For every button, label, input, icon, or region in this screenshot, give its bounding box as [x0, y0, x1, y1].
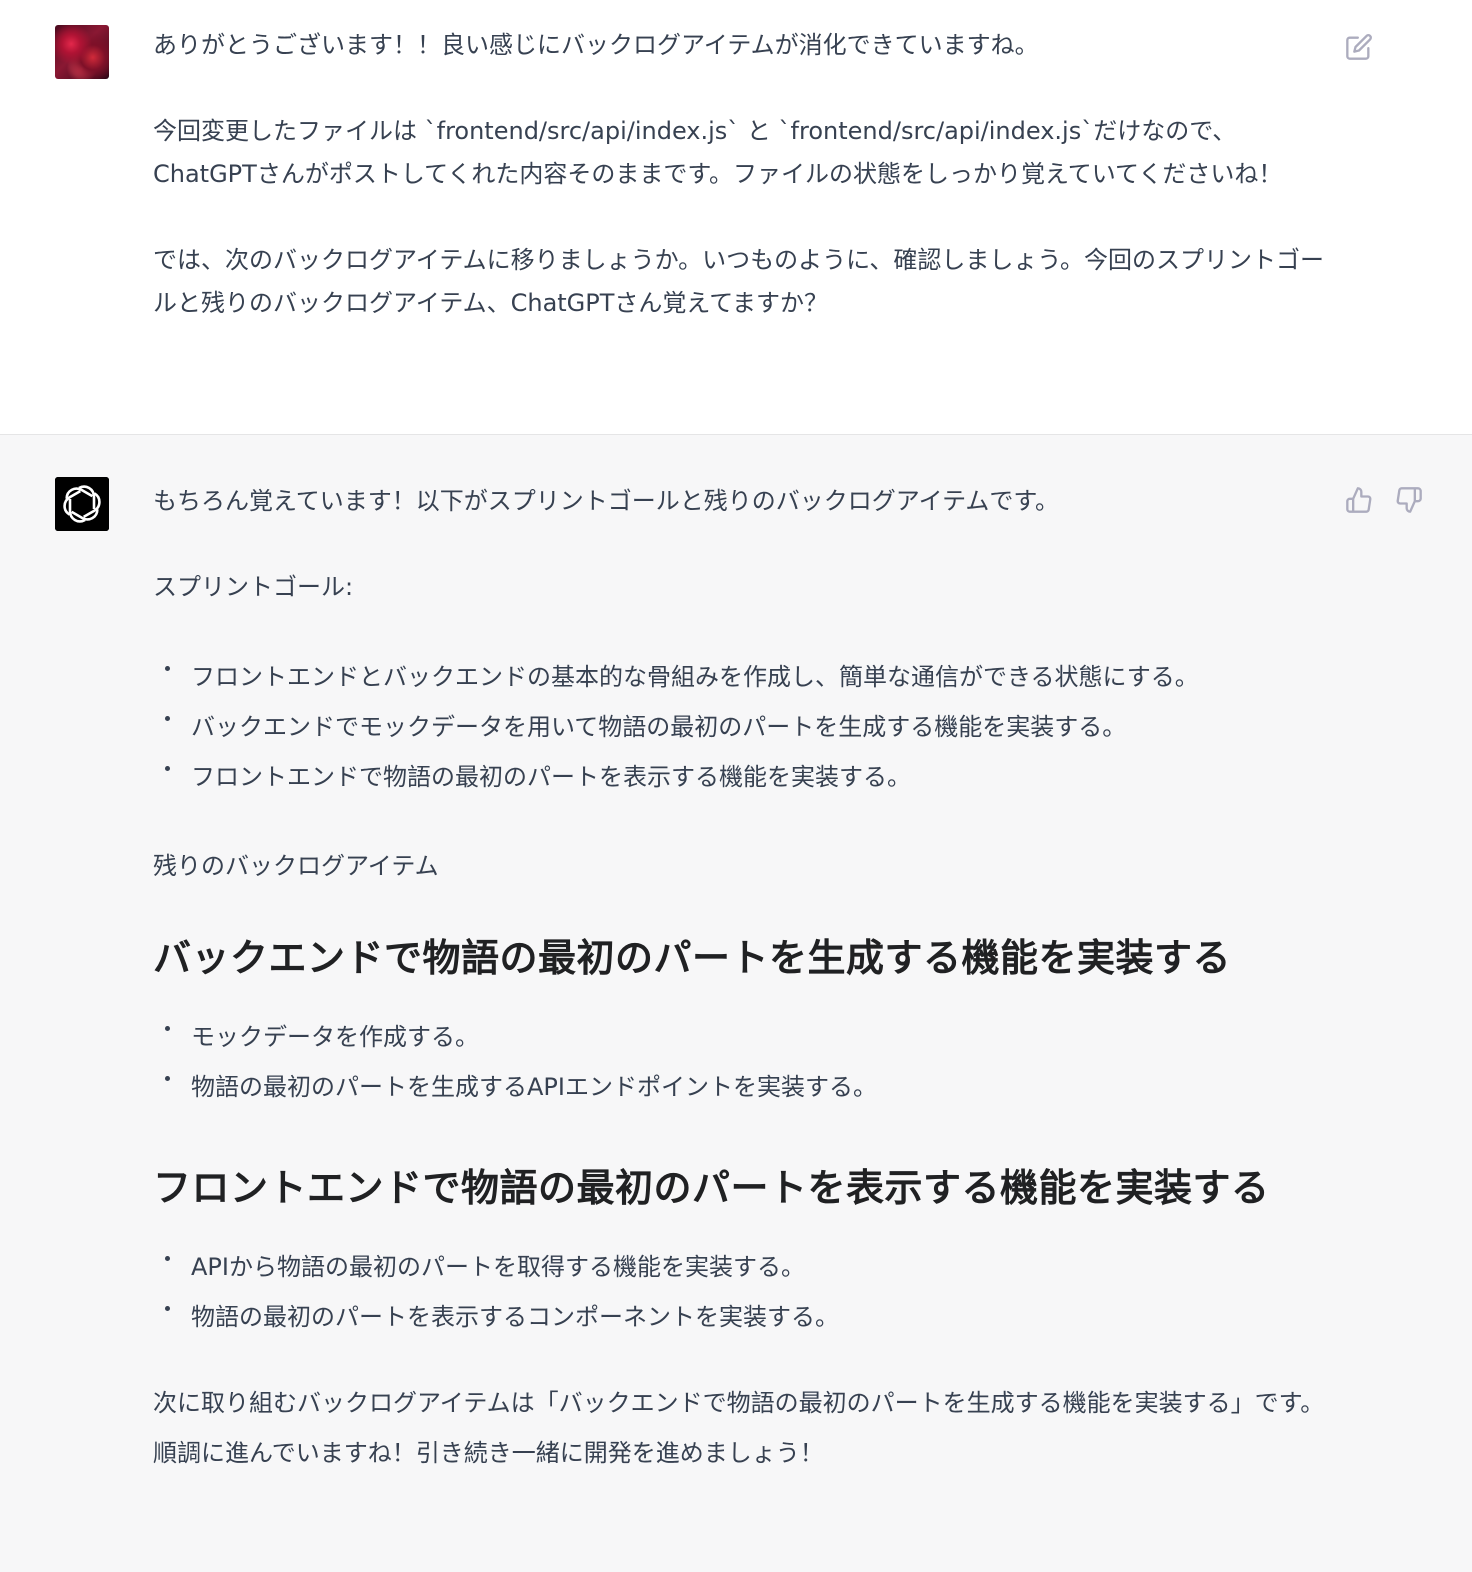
- list-item-text: バックエンドでモックデータを用いて物語の最初のパートを生成する機能を実装する。: [191, 713, 1127, 741]
- sprint-goal-list: フロントエンドとバックエンドの基本的な骨組みを作成し、簡単な通信ができる状態にす…: [153, 652, 1328, 802]
- assistant-avatar: [55, 477, 109, 531]
- thumbs-down-icon: [1396, 487, 1422, 513]
- list-item: 物語の最初のパートを生成するAPIエンドポイントを実装する。: [153, 1062, 1328, 1112]
- list-item-text: モックデータを作成する。: [191, 1023, 479, 1051]
- list-item: フロントエンドで物語の最初のパートを表示する機能を実装する。: [153, 752, 1328, 802]
- section-heading: フロントエンドで物語の最初のパートを表示する機能を実装する: [153, 1166, 1270, 1210]
- list-item: フロントエンドとバックエンドの基本的な骨組みを作成し、簡単な通信ができる状態にす…: [153, 652, 1328, 702]
- user-avatar: [55, 25, 109, 79]
- edit-message-button[interactable]: [1342, 30, 1376, 64]
- user-paragraph: 今回変更したファイルは `frontend/src/api/index.js` …: [153, 117, 1283, 188]
- edit-icon: [1346, 34, 1372, 60]
- thumbs-up-icon: [1346, 487, 1372, 513]
- backlog-label: 残りのバックログアイテム: [153, 852, 439, 880]
- list-item-text: フロントエンドとバックエンドの基本的な骨組みを作成し、簡単な通信ができる状態にす…: [191, 663, 1199, 691]
- openai-logo-icon: [55, 477, 109, 531]
- section-list: APIから物語の最初のパートを取得する機能を実装する。 物語の最初のパートを表示…: [153, 1242, 1328, 1342]
- list-item-text: APIから物語の最初のパートを取得する機能を実装する。: [191, 1253, 805, 1281]
- list-item: モックデータを作成する。: [153, 1012, 1328, 1062]
- user-message-turn: ありがとうございます！！良い感じにバックログアイテムが消化できていますね。 今回…: [0, 0, 1472, 435]
- list-item-text: 物語の最初のパートを表示するコンポーネントを実装する。: [191, 1303, 839, 1331]
- assistant-closing: 次に取り組むバックログアイテムは「バックエンドで物語の最初のパートを生成する機能…: [153, 1389, 1325, 1467]
- user-paragraph: ありがとうございます！！良い感じにバックログアイテムが消化できていますね。: [153, 31, 1039, 59]
- section-heading: バックエンドで物語の最初のパートを生成する機能を実装する: [153, 936, 1232, 980]
- user-paragraph: では、次のバックログアイテムに移りましょうか。いつものように、確認しましょう。今…: [153, 246, 1324, 317]
- user-photo: [55, 25, 109, 79]
- sprint-goal-label: スプリントゴール:: [153, 573, 354, 601]
- assistant-intro: もちろん覚えています！以下がスプリントゴールと残りのバックログアイテムです。: [153, 487, 1059, 515]
- assistant-message-body: もちろん覚えています！以下がスプリントゴールと残りのバックログアイテムです。 ス…: [153, 480, 1328, 1478]
- thumbs-up-button[interactable]: [1342, 483, 1376, 517]
- list-item-text: フロントエンドで物語の最初のパートを表示する機能を実装する。: [191, 763, 911, 791]
- section-list: モックデータを作成する。 物語の最初のパートを生成するAPIエンドポイントを実装…: [153, 1012, 1328, 1112]
- list-item-text: 物語の最初のパートを生成するAPIエンドポイントを実装する。: [191, 1073, 877, 1101]
- list-item: APIから物語の最初のパートを取得する機能を実装する。: [153, 1242, 1328, 1292]
- thumbs-down-button[interactable]: [1392, 483, 1426, 517]
- list-item: 物語の最初のパートを表示するコンポーネントを実装する。: [153, 1292, 1328, 1342]
- list-item: バックエンドでモックデータを用いて物語の最初のパートを生成する機能を実装する。: [153, 702, 1328, 752]
- user-message-body: ありがとうございます！！良い感じにバックログアイテムが消化できていますね。 今回…: [153, 24, 1328, 325]
- assistant-message-turn: もちろん覚えています！以下がスプリントゴールと残りのバックログアイテムです。 ス…: [0, 435, 1472, 1572]
